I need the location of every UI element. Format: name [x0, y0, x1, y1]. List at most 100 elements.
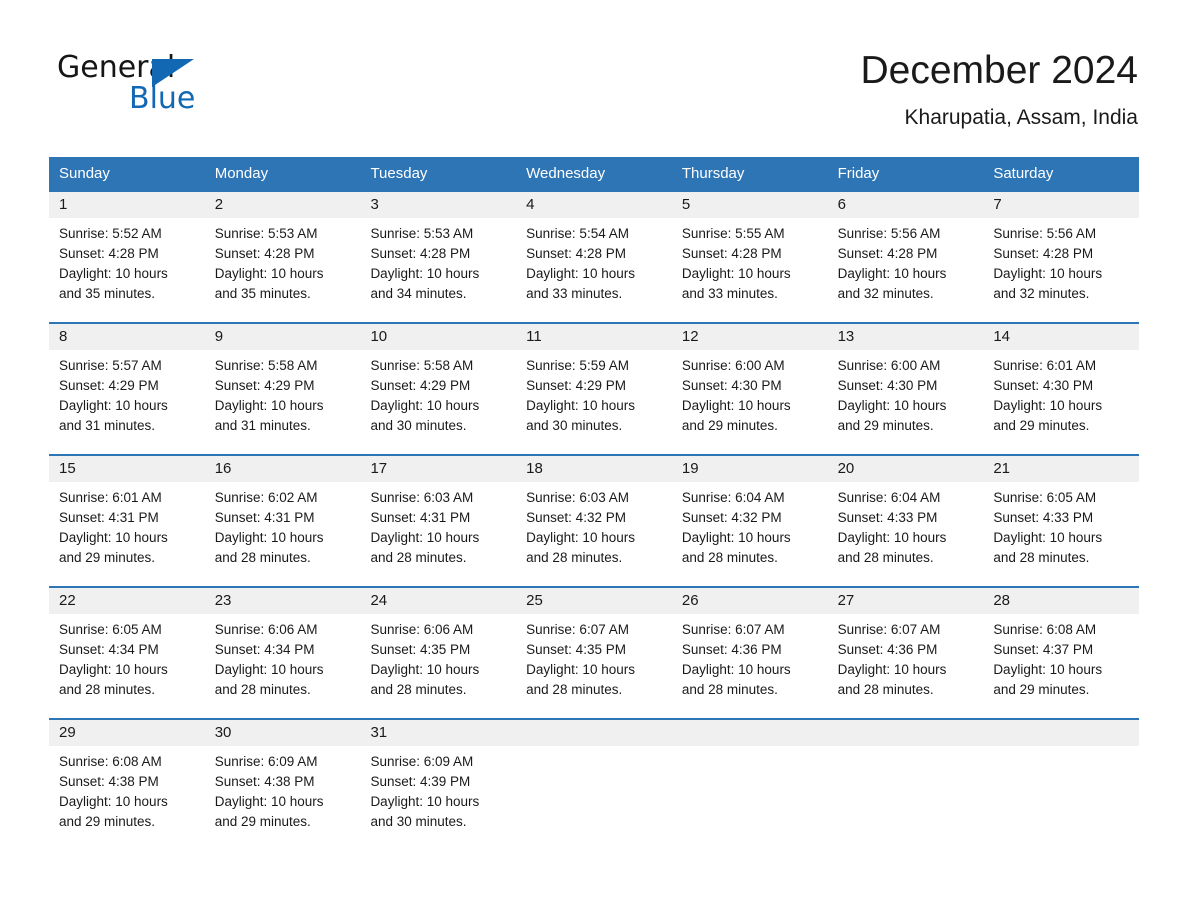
sunrise-text: Sunrise: 6:03 AM	[370, 490, 474, 505]
daylight-text-line2: and 35 minutes.	[214, 286, 311, 301]
sunrise-text: Sunrise: 6:06 AM	[214, 622, 318, 637]
day-cell[interactable]: 28 Sunrise: 6:08 AM Sunset: 4:37 PM Dayl…	[983, 588, 1140, 718]
day-cell[interactable]: 17 Sunrise: 6:03 AM Sunset: 4:31 PM Dayl…	[360, 456, 517, 586]
sunset-text: Sunset: 4:28 PM	[214, 246, 315, 261]
day-cell[interactable]: 30 Sunrise: 6:09 AM Sunset: 4:38 PM Dayl…	[204, 720, 361, 850]
day-cell[interactable]: 13 Sunrise: 6:00 AM Sunset: 4:30 PM Dayl…	[827, 324, 984, 454]
day-number-band: 7	[983, 192, 1140, 218]
day-number: 27	[837, 592, 855, 609]
daylight-text-line2: and 28 minutes.	[526, 550, 623, 565]
day-number: 23	[214, 592, 232, 609]
day-details: Sunrise: 6:01 AM Sunset: 4:31 PM Dayligh…	[49, 482, 205, 586]
day-number: 18	[526, 460, 543, 477]
day-cell[interactable]: 23 Sunrise: 6:06 AM Sunset: 4:34 PM Dayl…	[204, 588, 361, 718]
sunset-text: Sunset: 4:29 PM	[214, 378, 315, 393]
daylight-text-line2: and 29 minutes.	[59, 814, 156, 829]
day-cell[interactable]: 21 Sunrise: 6:05 AM Sunset: 4:33 PM Dayl…	[983, 456, 1140, 586]
sunrise-text: Sunrise: 6:06 AM	[370, 622, 474, 637]
day-number-band: 15	[49, 456, 205, 482]
day-details: Sunrise: 6:03 AM Sunset: 4:31 PM Dayligh…	[360, 482, 516, 586]
day-number: 19	[681, 460, 699, 477]
sunset-text: Sunset: 4:29 PM	[59, 378, 159, 393]
day-details: Sunrise: 6:00 AM Sunset: 4:30 PM Dayligh…	[828, 350, 984, 454]
daylight-text-line1: Daylight: 10 hours	[214, 662, 324, 677]
daylight-text-line2: and 28 minutes.	[526, 682, 623, 697]
sunrise-text: Sunrise: 5:52 AM	[59, 226, 162, 241]
day-number-band: 29	[49, 720, 205, 746]
daylight-text-line2: and 29 minutes.	[681, 418, 778, 433]
daylight-text-line2: and 30 minutes.	[526, 418, 623, 433]
day-cell[interactable]: 7 Sunrise: 5:56 AM Sunset: 4:28 PM Dayli…	[983, 192, 1140, 322]
day-cell[interactable]: 19 Sunrise: 6:04 AM Sunset: 4:32 PM Dayl…	[671, 456, 828, 586]
day-cell[interactable]: 25 Sunrise: 6:07 AM Sunset: 4:35 PM Dayl…	[516, 588, 672, 718]
day-cell[interactable]: 5 Sunrise: 5:55 AM Sunset: 4:28 PM Dayli…	[671, 192, 828, 322]
day-cell[interactable]: 20 Sunrise: 6:04 AM Sunset: 4:33 PM Dayl…	[827, 456, 984, 586]
day-cell[interactable]: 24 Sunrise: 6:06 AM Sunset: 4:35 PM Dayl…	[360, 588, 517, 718]
sunrise-text: Sunrise: 5:55 AM	[681, 226, 785, 241]
sunrise-text: Sunrise: 6:00 AM	[837, 358, 941, 373]
sunrise-text: Sunrise: 5:53 AM	[214, 226, 318, 241]
sunset-text: Sunset: 4:38 PM	[214, 774, 315, 789]
sunset-text: Sunset: 4:35 PM	[526, 642, 626, 657]
daylight-text-line1: Daylight: 10 hours	[59, 530, 168, 545]
daylight-text-line1: Daylight: 10 hours	[526, 662, 635, 677]
day-cell[interactable]: 11 Sunrise: 5:59 AM Sunset: 4:29 PM Dayl…	[516, 324, 672, 454]
sunrise-text: Sunrise: 6:09 AM	[370, 754, 474, 769]
day-details: Sunrise: 6:05 AM Sunset: 4:33 PM Dayligh…	[983, 482, 1139, 586]
day-cell[interactable]: 14 Sunrise: 6:01 AM Sunset: 4:30 PM Dayl…	[983, 324, 1140, 454]
day-cell[interactable]: 4 Sunrise: 5:54 AM Sunset: 4:28 PM Dayli…	[516, 192, 672, 322]
daylight-text-line2: and 32 minutes.	[993, 286, 1090, 301]
day-cell[interactable]: 2 Sunrise: 5:53 AM Sunset: 4:28 PM Dayli…	[204, 192, 361, 322]
daylight-text-line1: Daylight: 10 hours	[214, 398, 324, 413]
day-cell[interactable]: 29 Sunrise: 6:08 AM Sunset: 4:38 PM Dayl…	[49, 720, 205, 850]
day-cell[interactable]: 15 Sunrise: 6:01 AM Sunset: 4:31 PM Dayl…	[49, 456, 205, 586]
day-number-band: 6	[827, 192, 984, 218]
day-cell[interactable]: 27 Sunrise: 6:07 AM Sunset: 4:36 PM Dayl…	[827, 588, 984, 718]
daylight-text-line1: Daylight: 10 hours	[681, 398, 791, 413]
daylight-text-line2: and 29 minutes.	[993, 682, 1090, 697]
sunrise-text: Sunrise: 6:03 AM	[526, 490, 629, 505]
day-details: Sunrise: 6:04 AM Sunset: 4:33 PM Dayligh…	[828, 482, 984, 586]
day-cell[interactable]: 3 Sunrise: 5:53 AM Sunset: 4:28 PM Dayli…	[360, 192, 517, 322]
calendar-week-row: 15 Sunrise: 6:01 AM Sunset: 4:31 PM Dayl…	[49, 454, 1140, 586]
day-details: Sunrise: 5:58 AM Sunset: 4:29 PM Dayligh…	[360, 350, 516, 454]
day-cell[interactable]: 8 Sunrise: 5:57 AM Sunset: 4:29 PM Dayli…	[49, 324, 205, 454]
day-number: 14	[993, 328, 1010, 345]
day-number-band: 8	[49, 324, 205, 350]
day-cell[interactable]: 12 Sunrise: 6:00 AM Sunset: 4:30 PM Dayl…	[671, 324, 828, 454]
day-number: 20	[837, 460, 855, 477]
generalblue-logo[interactable]: General Blue	[57, 52, 357, 122]
day-details: Sunrise: 6:00 AM Sunset: 4:30 PM Dayligh…	[672, 350, 828, 454]
day-details: Sunrise: 6:04 AM Sunset: 4:32 PM Dayligh…	[672, 482, 828, 586]
sunset-text: Sunset: 4:29 PM	[526, 378, 626, 393]
day-number-band: 26	[671, 588, 828, 614]
day-cell[interactable]: 9 Sunrise: 5:58 AM Sunset: 4:29 PM Dayli…	[204, 324, 361, 454]
day-number: 30	[214, 724, 232, 741]
daylight-text-line2: and 28 minutes.	[214, 550, 311, 565]
weekday-header-wednesday: Wednesday	[526, 165, 606, 182]
daylight-text-line1: Daylight: 10 hours	[370, 794, 480, 809]
day-cell[interactable]: 26 Sunrise: 6:07 AM Sunset: 4:36 PM Dayl…	[671, 588, 828, 718]
day-cell[interactable]: 6 Sunrise: 5:56 AM Sunset: 4:28 PM Dayli…	[827, 192, 984, 322]
day-number: 5	[681, 196, 691, 213]
day-details: Sunrise: 5:53 AM Sunset: 4:28 PM Dayligh…	[360, 218, 516, 322]
day-cell[interactable]: 16 Sunrise: 6:02 AM Sunset: 4:31 PM Dayl…	[204, 456, 361, 586]
sunrise-text: Sunrise: 6:08 AM	[993, 622, 1097, 637]
weekday-header-thursday: Thursday	[681, 165, 745, 182]
day-number-band: 19	[671, 456, 828, 482]
sunrise-text: Sunrise: 6:04 AM	[681, 490, 785, 505]
weekday-header-row: Sunday Monday Tuesday Wednesday Thursday…	[49, 157, 1139, 190]
daylight-text-line2: and 30 minutes.	[370, 814, 467, 829]
day-number-band: 4	[516, 192, 672, 218]
daylight-text-line2: and 29 minutes.	[59, 550, 156, 565]
day-details: Sunrise: 6:07 AM Sunset: 4:36 PM Dayligh…	[672, 614, 828, 718]
sunrise-text: Sunrise: 6:07 AM	[526, 622, 629, 637]
day-cell[interactable]: 31 Sunrise: 6:09 AM Sunset: 4:39 PM Dayl…	[360, 720, 517, 850]
day-cell[interactable]: 1 Sunrise: 5:52 AM Sunset: 4:28 PM Dayli…	[49, 192, 205, 322]
day-cell[interactable]: 18 Sunrise: 6:03 AM Sunset: 4:32 PM Dayl…	[516, 456, 672, 586]
day-cell[interactable]: 10 Sunrise: 5:58 AM Sunset: 4:29 PM Dayl…	[360, 324, 517, 454]
day-number-band: 17	[360, 456, 517, 482]
day-number: 2	[214, 196, 224, 213]
day-cell[interactable]: 22 Sunrise: 6:05 AM Sunset: 4:34 PM Dayl…	[49, 588, 205, 718]
daylight-text-line2: and 28 minutes.	[214, 682, 311, 697]
